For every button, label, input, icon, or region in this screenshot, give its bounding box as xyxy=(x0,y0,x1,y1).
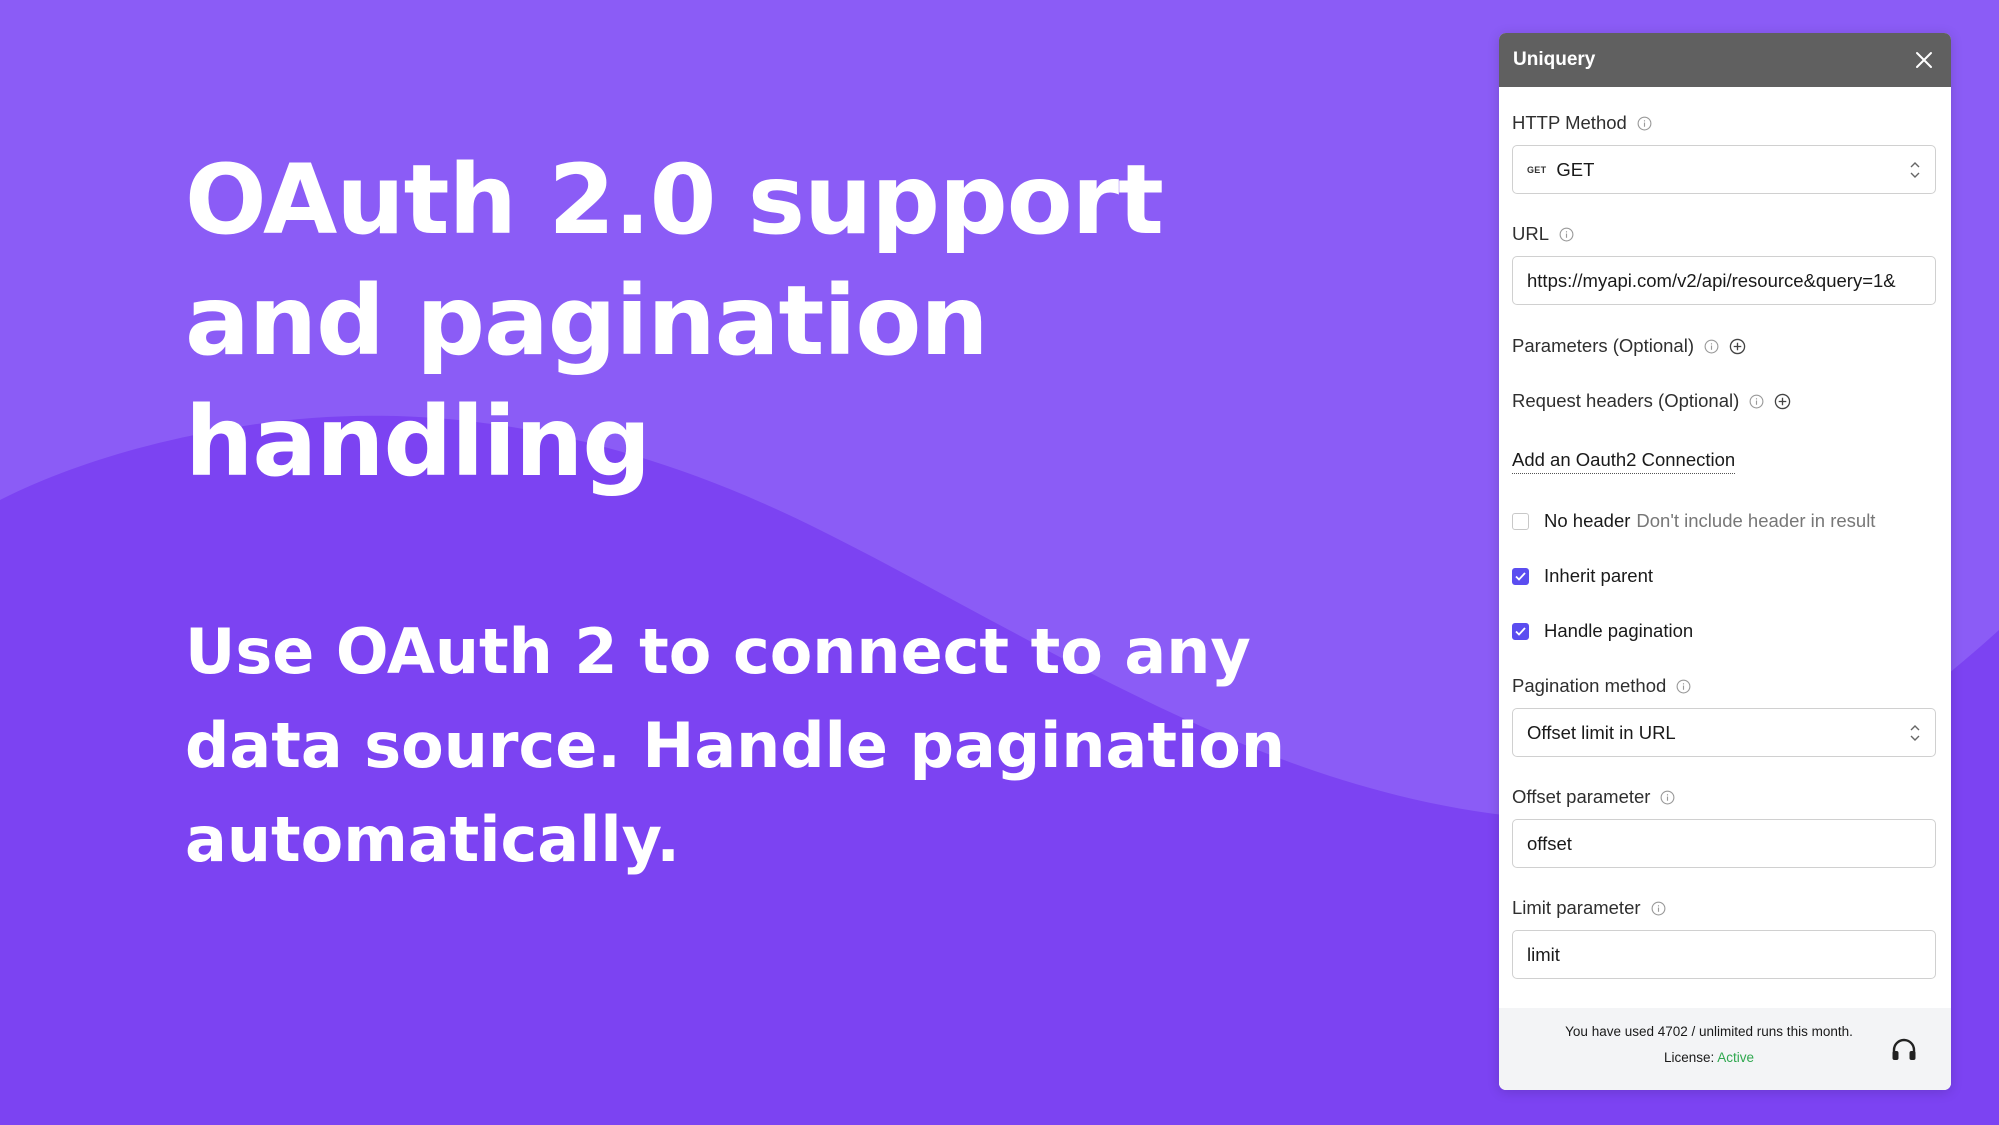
checkmark-icon xyxy=(1515,626,1526,636)
headset-icon[interactable] xyxy=(1891,1038,1917,1062)
get-method-icon: GET xyxy=(1527,164,1547,175)
checkmark-icon xyxy=(1515,571,1526,581)
hero-section: OAuth 2.0 support and pagination handlin… xyxy=(185,140,1335,887)
chevron-up-down-icon xyxy=(1910,161,1920,178)
hero-title-line-3: handling xyxy=(185,386,651,498)
pagination-method-label: Pagination method xyxy=(1512,673,1938,699)
add-oauth2-connection-link[interactable]: Add an Oauth2 Connection xyxy=(1512,449,1736,474)
limit-parameter-label-text: Limit parameter xyxy=(1512,897,1641,918)
limit-parameter-field[interactable] xyxy=(1512,930,1936,979)
panel-header: Uniquery xyxy=(1499,33,1951,87)
request-headers-label-text: Request headers (Optional) xyxy=(1512,390,1740,411)
info-icon xyxy=(1637,116,1652,130)
url-input[interactable] xyxy=(1527,269,1921,292)
info-icon xyxy=(1661,790,1675,804)
hero-title-line-2: and pagination xyxy=(185,265,989,377)
close-button[interactable] xyxy=(1911,47,1937,73)
http-method-label: HTTP Method xyxy=(1512,110,1938,136)
pagination-method-value: Offset limit in URL xyxy=(1527,721,1676,743)
http-method-value: GET xyxy=(1556,158,1595,180)
oauth-link-row: Add an Oauth2 Connection xyxy=(1512,448,1938,474)
http-method-label-text: HTTP Method xyxy=(1512,112,1627,133)
add-header-plus-icon[interactable] xyxy=(1774,393,1791,410)
inherit-parent-checkbox[interactable] xyxy=(1512,567,1529,585)
panel-footer: You have used 4702 / unlimited runs this… xyxy=(1499,1008,1951,1090)
no-header-label: No header xyxy=(1544,510,1631,531)
info-icon xyxy=(1651,901,1665,915)
hero-title: OAuth 2.0 support and pagination handlin… xyxy=(185,140,1335,503)
offset-parameter-label-text: Offset parameter xyxy=(1512,786,1651,807)
inherit-parent-label: Inherit parent xyxy=(1544,565,1654,586)
uniquery-panel: Uniquery HTTP Method GET GET URL Parame xyxy=(1499,33,1951,1090)
hero-title-line-1: OAuth 2.0 support xyxy=(185,144,1164,256)
chevron-up-down-icon xyxy=(1910,724,1920,741)
license-label: License: xyxy=(1663,1050,1715,1065)
request-headers-label: Request headers (Optional) xyxy=(1512,388,1938,414)
url-label-text: URL xyxy=(1512,223,1550,244)
offset-parameter-label: Offset parameter xyxy=(1512,784,1938,810)
pagination-method-label-text: Pagination method xyxy=(1512,675,1667,696)
handle-pagination-row: Handle pagination xyxy=(1512,618,1938,644)
info-icon xyxy=(1704,339,1719,353)
inherit-parent-row: Inherit parent xyxy=(1512,563,1938,589)
usage-text: You have used 4702 / unlimited runs this… xyxy=(1565,1024,1853,1039)
offset-parameter-field[interactable] xyxy=(1512,819,1936,868)
license-line: License: Active xyxy=(1499,1050,1919,1065)
limit-parameter-label: Limit parameter xyxy=(1512,895,1938,921)
offset-parameter-input[interactable] xyxy=(1527,832,1921,855)
panel-title: Uniquery xyxy=(1513,49,1596,70)
pagination-method-select[interactable]: Offset limit in URL xyxy=(1512,708,1936,757)
url-field[interactable] xyxy=(1512,256,1936,305)
close-icon xyxy=(1916,52,1932,68)
panel-body: HTTP Method GET GET URL Parameters (Opti… xyxy=(1499,110,1951,979)
info-icon xyxy=(1749,394,1764,408)
info-icon xyxy=(1559,227,1574,241)
info-icon xyxy=(1676,679,1691,693)
license-status: Active xyxy=(1717,1050,1755,1065)
http-method-select[interactable]: GET GET xyxy=(1512,145,1936,194)
handle-pagination-label: Handle pagination xyxy=(1544,620,1694,641)
parameters-label-text: Parameters (Optional) xyxy=(1512,335,1694,356)
parameters-label: Parameters (Optional) xyxy=(1512,333,1938,359)
hero-subtitle: Use OAuth 2 to connect to any data sourc… xyxy=(185,615,1286,876)
limit-parameter-input[interactable] xyxy=(1527,943,1921,966)
add-parameter-plus-icon[interactable] xyxy=(1729,338,1746,355)
url-label: URL xyxy=(1512,221,1938,247)
no-header-row: No header Don't include header in result xyxy=(1512,508,1938,534)
handle-pagination-checkbox[interactable] xyxy=(1512,622,1529,640)
no-header-description: Don't include header in result xyxy=(1636,510,1876,531)
no-header-checkbox[interactable] xyxy=(1512,512,1529,530)
